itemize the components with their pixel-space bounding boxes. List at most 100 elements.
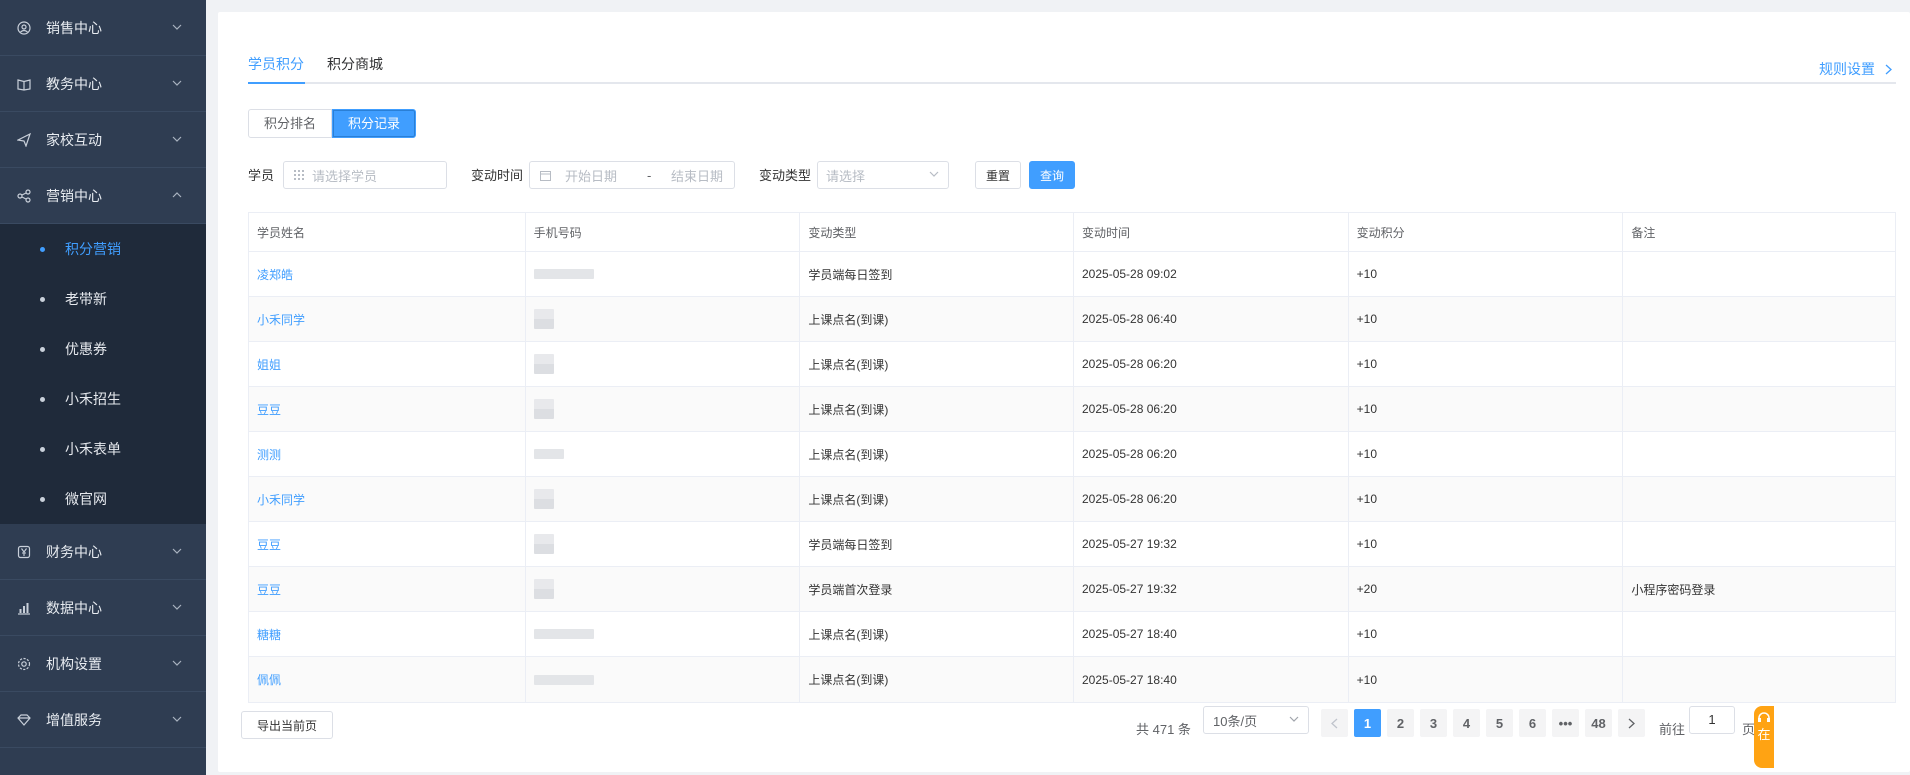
rule-settings-label: 规则设置 (1819, 61, 1875, 77)
rule-settings-link[interactable]: 规则设置 (1819, 59, 1892, 79)
export-page-button[interactable]: 导出当前页 (241, 711, 333, 739)
tab-student-points[interactable]: 学员积分 (248, 54, 304, 74)
change-points-cell: +10 (1349, 657, 1624, 702)
table-row: 豆豆 学员端每日签到 2025-05-27 19:32 +10 (249, 522, 1895, 567)
online-service-widget[interactable]: 在 (1754, 706, 1774, 768)
page-button[interactable]: 1 (1354, 709, 1381, 737)
sidebar-group-top3[interactable]: 营销中心 (0, 168, 206, 224)
tab-active-indicator (248, 82, 305, 84)
sidebar-group-label: 数据中心 (46, 599, 102, 616)
sidebar-item-label: 小禾招生 (65, 391, 121, 407)
page-size-select[interactable]: 10条/页 (1203, 706, 1309, 734)
tabs-bar: 学员积分 积分商城 规则设置 (248, 44, 1896, 84)
sidebar-item-2[interactable]: 优惠券 (0, 324, 206, 374)
change-time-cell: 2025-05-28 06:20 (1074, 342, 1349, 386)
sidebar-group-bottom1[interactable]: 数据中心 (0, 580, 206, 636)
student-name-link[interactable]: 豆豆 (257, 536, 281, 553)
total-count: 共 471 条 (1136, 722, 1191, 737)
main-area: 学员积分 积分商城 规则设置 积分排名 积分记录 学员 请选择学员 变动时间 开… (206, 0, 1910, 775)
bullet-dot (40, 446, 45, 452)
sidebar-item-label: 微官网 (65, 491, 107, 507)
page-button[interactable]: 2 (1387, 709, 1414, 737)
page-button[interactable]: 4 (1453, 709, 1480, 737)
change-time-cell: 2025-05-28 09:02 (1074, 252, 1349, 296)
change-type-cell: 学员端首次登录 (800, 567, 1074, 611)
grid-icon (294, 170, 304, 180)
paper-plane-icon (16, 132, 32, 148)
table-header-cell: 手机号码 (526, 213, 801, 251)
sidebar-item-1[interactable]: 老带新 (0, 274, 206, 324)
change-type-select[interactable]: 请选择 (817, 161, 949, 189)
student-name-link[interactable]: 豆豆 (257, 581, 281, 598)
page-button[interactable]: 5 (1486, 709, 1513, 737)
sidebar-group-top0[interactable]: 销售中心 (0, 0, 206, 56)
change-time-cell: 2025-05-28 06:20 (1074, 432, 1349, 476)
phone-redacted (533, 629, 594, 639)
note-cell (1623, 432, 1895, 476)
table-header-cell: 备注 (1631, 225, 1656, 240)
student-name-link[interactable]: 姐姐 (257, 356, 281, 373)
sidebar-group-top1[interactable]: 教务中心 (0, 56, 206, 112)
student-name-link[interactable]: 凌郑皓 (257, 266, 293, 283)
sidebar-item-3[interactable]: 小禾招生 (0, 374, 206, 424)
change-type-placeholder: 请选择 (826, 168, 866, 184)
note-cell (1623, 252, 1895, 296)
sidebar-group-bottom3[interactable]: 增值服务 (0, 692, 206, 748)
sidebar-item-4[interactable]: 小禾表单 (0, 424, 206, 474)
table-row: 豆豆 学员端首次登录 2025-05-27 19:32 +20 小程序密码登录 (249, 567, 1895, 612)
change-type-cell: 上课点名(到课) (800, 297, 1074, 341)
note-cell (1623, 387, 1895, 431)
goto-page-input[interactable]: 1 (1689, 706, 1735, 734)
table-header-cell: 变动积分 (1349, 213, 1624, 251)
prev-page-button[interactable] (1321, 709, 1348, 737)
page-button[interactable]: 3 (1420, 709, 1447, 737)
online-service-label: 在 (1757, 727, 1771, 742)
reset-button[interactable]: 重置 (975, 161, 1021, 189)
sidebar-item-label: 小禾表单 (65, 441, 121, 457)
change-points-cell: +10 (1349, 522, 1624, 566)
sidebar-group-label: 财务中心 (46, 543, 102, 560)
change-type-cell: 学员端每日签到 (800, 252, 1074, 296)
student-name-link[interactable]: 糖糖 (257, 626, 281, 643)
gear-icon (16, 656, 32, 672)
table-row: 佩佩 上课点名(到课) 2025-05-27 18:40 +10 (249, 657, 1895, 702)
chevron-down-icon (172, 80, 182, 86)
sidebar-group-label: 增值服务 (46, 711, 102, 728)
student-name-link[interactable]: 小禾同学 (257, 311, 305, 328)
student-name-link[interactable]: 小禾同学 (257, 491, 305, 508)
change-type-cell: 上课点名(到课) (800, 432, 1074, 476)
segment-points-ranking[interactable]: 积分排名 (248, 109, 333, 138)
marketing-submenu: 积分营销 老带新 优惠券 小禾招生 小禾表单 微官网 (0, 224, 206, 524)
page-button[interactable]: 6 (1519, 709, 1546, 737)
segment-points-records[interactable]: 积分记录 (332, 109, 417, 138)
table-row: 测测 上课点名(到课) 2025-05-28 06:20 +10 (249, 432, 1895, 477)
student-select-placeholder: 请选择学员 (312, 168, 378, 184)
student-name-link[interactable]: 测测 (257, 446, 281, 463)
sidebar-item-label: 老带新 (65, 291, 107, 307)
start-date-placeholder: 开始日期 (565, 168, 618, 184)
sidebar-group-top2[interactable]: 家校互动 (0, 112, 206, 168)
sidebar-group-bottom2[interactable]: 机构设置 (0, 636, 206, 692)
chevron-down-icon (172, 660, 182, 666)
tab-points-mall[interactable]: 积分商城 (327, 54, 383, 74)
query-button[interactable]: 查询 (1029, 161, 1075, 189)
table-header-cell: 学员姓名 (249, 213, 526, 251)
calendar-icon (540, 170, 551, 181)
page-button[interactable]: 48 (1585, 709, 1612, 737)
student-select[interactable]: 请选择学员 (283, 161, 447, 189)
student-name-link[interactable]: 佩佩 (257, 671, 281, 688)
sidebar-group-bottom0[interactable]: 财务中心 (0, 524, 206, 580)
sidebar-item-5[interactable]: 微官网 (0, 474, 206, 524)
sidebar-group-label: 营销中心 (46, 187, 102, 204)
change-time-cell: 2025-05-27 18:40 (1074, 657, 1349, 702)
page-button[interactable]: ••• (1552, 709, 1579, 737)
next-page-button[interactable] (1618, 709, 1645, 737)
chevron-right-icon (1628, 718, 1635, 728)
time-filter-label: 变动时间 (471, 168, 524, 183)
date-range-picker[interactable]: 开始日期 - 结束日期 (529, 161, 735, 189)
yen-icon (16, 544, 32, 560)
sidebar-item-0[interactable]: 积分营销 (0, 224, 206, 274)
student-name-link[interactable]: 豆豆 (257, 401, 281, 418)
bullet-dot (40, 496, 45, 502)
gem-icon (16, 712, 32, 728)
